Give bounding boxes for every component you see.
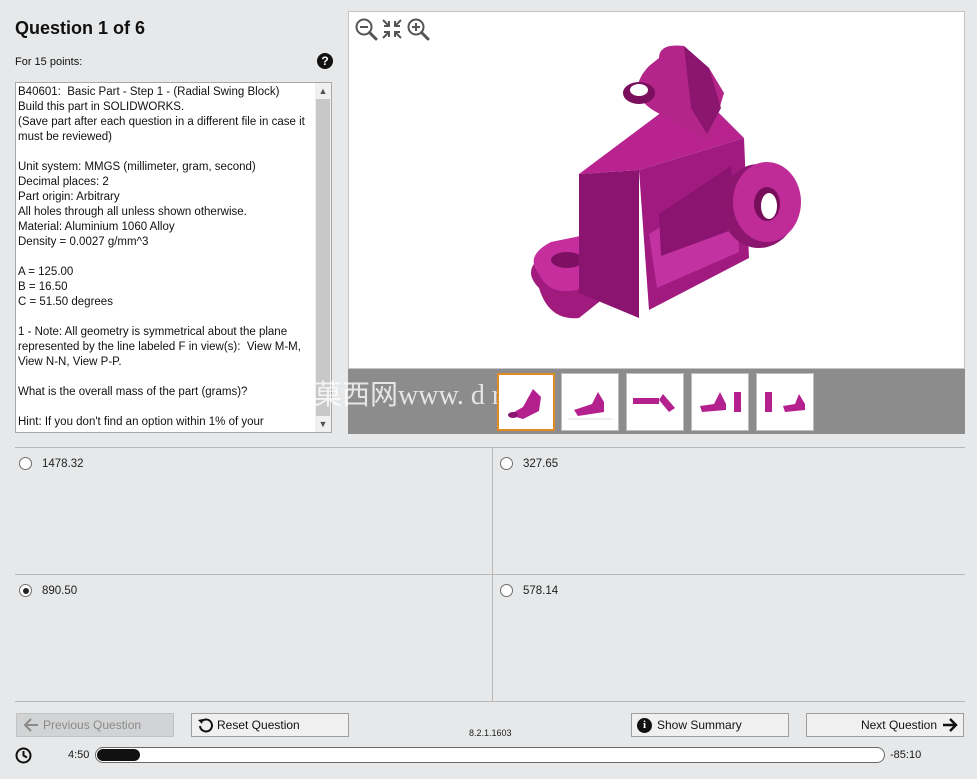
answer-option-label: 1478.32 (42, 457, 84, 470)
previous-question-button[interactable]: Previous Question (16, 713, 174, 737)
image-viewer (348, 11, 965, 369)
time-progress-fill (97, 749, 140, 761)
radio-button-1[interactable] (19, 457, 32, 470)
show-summary-button[interactable]: i Show Summary (631, 713, 789, 737)
version-label: 8.2.1.1603 (469, 728, 512, 738)
answer-option-label: 578.14 (523, 584, 559, 597)
thumbnail-strip: 菓西网www. d n c c (314, 369, 965, 434)
time-progress-bar (95, 747, 885, 763)
next-question-button[interactable]: Next Question (806, 713, 964, 737)
previous-question-label: Previous Question (43, 718, 142, 732)
scroll-down-icon[interactable]: ▼ (315, 416, 331, 432)
show-summary-label: Show Summary (657, 718, 742, 732)
answer-option-2[interactable]: 327.65 (500, 457, 558, 470)
arrow-right-icon (943, 718, 958, 732)
zoom-out-icon[interactable] (354, 17, 378, 41)
thumbnail-1[interactable] (497, 373, 555, 431)
arrow-left-icon (23, 718, 38, 732)
thumbnail-2[interactable] (561, 373, 619, 431)
answer-option-label: 327.65 (523, 457, 559, 470)
part-3d-model-image (531, 45, 801, 319)
thumbnail-5[interactable] (756, 373, 814, 431)
clock-icon (15, 747, 32, 767)
reset-question-button[interactable]: Reset Question (191, 713, 349, 737)
time-elapsed: 4:50 (68, 749, 90, 761)
next-question-label: Next Question (860, 718, 937, 732)
question-title: Question 1 of 6 (15, 18, 146, 38)
reset-icon (198, 718, 213, 733)
options-bottom-divider (15, 701, 965, 702)
answer-option-3[interactable]: 890.50 (19, 584, 77, 597)
question-text: B40601: Basic Part - Step 1 - (Radial Sw… (18, 86, 305, 428)
time-remaining: -85:10 (890, 749, 922, 761)
points-label: For 15 points: (15, 56, 83, 68)
fit-to-window-icon[interactable] (380, 17, 404, 41)
question-text-box[interactable]: B40601: Basic Part - Step 1 - (Radial Sw… (15, 82, 332, 433)
info-icon: i (637, 717, 652, 733)
radio-button-3[interactable] (19, 584, 32, 597)
thumbnail-3[interactable] (626, 373, 684, 431)
scroll-thumb[interactable] (316, 99, 330, 416)
answer-option-1[interactable]: 1478.32 (19, 457, 84, 470)
answer-option-4[interactable]: 578.14 (500, 584, 558, 597)
options-vertical-divider (492, 448, 493, 701)
scroll-up-icon[interactable]: ▲ (315, 83, 331, 99)
help-icon[interactable]: ? (317, 53, 333, 69)
options-middle-divider (15, 574, 965, 575)
options-top-divider (15, 447, 965, 448)
zoom-in-icon[interactable] (406, 17, 430, 41)
reset-question-label: Reset Question (217, 718, 300, 732)
radio-button-4[interactable] (500, 584, 513, 597)
radio-button-2[interactable] (500, 457, 513, 470)
answer-option-label: 890.50 (42, 584, 78, 597)
thumbnail-4[interactable] (691, 373, 749, 431)
